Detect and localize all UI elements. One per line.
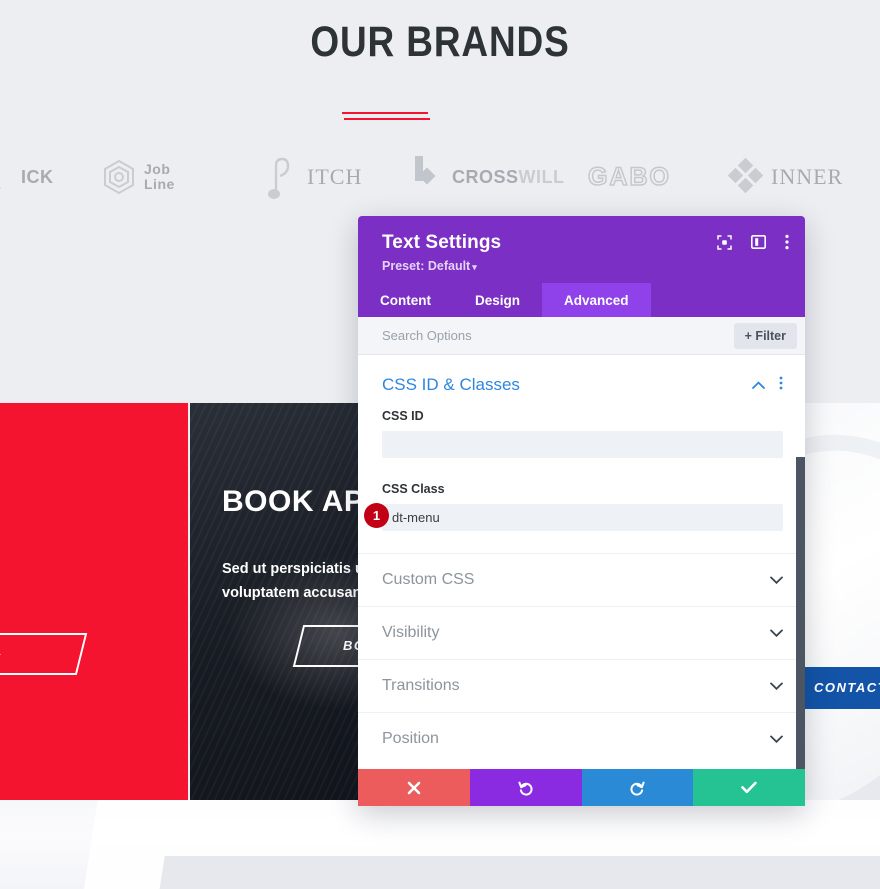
- section-custom-css[interactable]: Custom CSS: [358, 553, 805, 606]
- search-input[interactable]: [382, 328, 734, 343]
- brand-label: INNER: [771, 164, 844, 189]
- promo-card-red: S is iste natus error sit oremque laudan…: [0, 403, 188, 800]
- preset-label: Preset: Default: [382, 259, 471, 273]
- brand-label-light: WILL: [518, 166, 565, 187]
- card-cta-button[interactable]: ▸: [0, 633, 88, 675]
- modal-header: Text Settings Preset: Default ▾: [358, 216, 805, 283]
- css-id-field-group: CSS ID: [358, 409, 805, 458]
- chevron-down-icon: [770, 730, 783, 748]
- brand-logo-row: ICK Job Line ITCH CROSSWILL GABO INNER: [0, 148, 880, 206]
- focus-target-icon[interactable]: [717, 234, 732, 250]
- modal-scrollbar[interactable]: [796, 457, 805, 769]
- brand-logo-pitch: ITCH: [266, 148, 362, 206]
- css-class-label: CSS Class: [382, 482, 445, 496]
- chevron-down-icon: ▾: [472, 262, 477, 272]
- brand-logo-gabo: GABO: [587, 148, 671, 206]
- css-id-label: CSS ID: [382, 409, 424, 423]
- section-title: Position: [382, 730, 439, 747]
- modal-tabs: Content Design Advanced: [358, 283, 805, 317]
- filter-button[interactable]: + Filter: [733, 322, 797, 349]
- undo-button[interactable]: [469, 769, 582, 806]
- brand-logo-ick: ICK: [0, 148, 54, 206]
- tab-advanced[interactable]: Advanced: [542, 283, 651, 317]
- save-button[interactable]: [693, 769, 805, 806]
- section-controls: [752, 376, 783, 395]
- chevron-down-icon: [770, 677, 783, 695]
- css-class-field-group: CSS Class 1: [358, 482, 805, 531]
- brand-logo-crosswill: CROSSWILL: [411, 148, 565, 206]
- tab-content[interactable]: Content: [358, 283, 453, 317]
- tab-design[interactable]: Design: [453, 283, 542, 317]
- contact-us-label: CONTACT US ▸: [813, 680, 880, 695]
- section-title: Visibility: [382, 624, 440, 641]
- brand-label: ICK: [21, 166, 54, 187]
- redo-button[interactable]: [581, 769, 694, 806]
- chevron-up-icon[interactable]: [752, 376, 765, 394]
- brand-label-line2: Line: [144, 176, 175, 192]
- brand-label-strong: CROSS: [452, 166, 519, 187]
- chevron-down-icon: [770, 571, 783, 589]
- page-footer-band: [0, 800, 880, 889]
- section-visibility[interactable]: Visibility: [358, 606, 805, 659]
- section-title: CSS ID & Classes: [382, 375, 520, 394]
- modal-action-bar: [358, 769, 805, 806]
- page-title: OUR BRANDS: [310, 18, 570, 66]
- brand-label: Job Line: [144, 162, 175, 192]
- more-vertical-icon[interactable]: [785, 234, 789, 250]
- modal-body: CSS ID & Classes CSS ID CSS Class 1 dt-m…: [358, 355, 805, 769]
- preset-selector[interactable]: Preset: Default ▾: [382, 259, 785, 273]
- quad-diamond-icon: [727, 157, 764, 194]
- text-settings-modal: Text Settings Preset: Default ▾ Content …: [358, 216, 805, 806]
- modal-header-icons: [717, 234, 789, 250]
- brand-label: ITCH: [307, 164, 363, 189]
- section-transitions[interactable]: Transitions: [358, 659, 805, 712]
- title-divider: [342, 112, 430, 122]
- css-class-input[interactable]: [382, 504, 783, 531]
- speech-bubble-icon: [0, 160, 14, 194]
- page-root: OUR BRANDS ICK Job Line ITCH CROSSWILL G…: [0, 0, 880, 889]
- section-more-vertical-icon[interactable]: [779, 376, 783, 395]
- brand-label: CROSSWILL: [452, 167, 565, 188]
- section-title: Transitions: [382, 677, 460, 694]
- css-id-input[interactable]: [382, 431, 783, 458]
- section-position[interactable]: Position: [358, 712, 805, 765]
- card-cta-label: ▸: [0, 646, 1, 662]
- annotation-badge-1: 1: [364, 503, 389, 528]
- music-note-p-icon: [266, 157, 300, 199]
- search-options-bar: + Filter: [358, 317, 805, 355]
- section-css-id-classes-header[interactable]: CSS ID & Classes: [358, 355, 805, 409]
- split-panel-icon[interactable]: [751, 235, 766, 249]
- hexagon-icon: [103, 159, 137, 195]
- brand-logo-inner: INNER: [727, 148, 844, 206]
- brand-logo-jobline: Job Line: [103, 148, 175, 206]
- brand-label-line1: Job: [144, 161, 171, 177]
- section-title: Custom CSS: [382, 571, 475, 588]
- chevron-down-icon: [770, 624, 783, 642]
- cancel-button[interactable]: [358, 769, 470, 806]
- brand-label: GABO: [587, 162, 671, 192]
- diamond-icon: [411, 156, 445, 194]
